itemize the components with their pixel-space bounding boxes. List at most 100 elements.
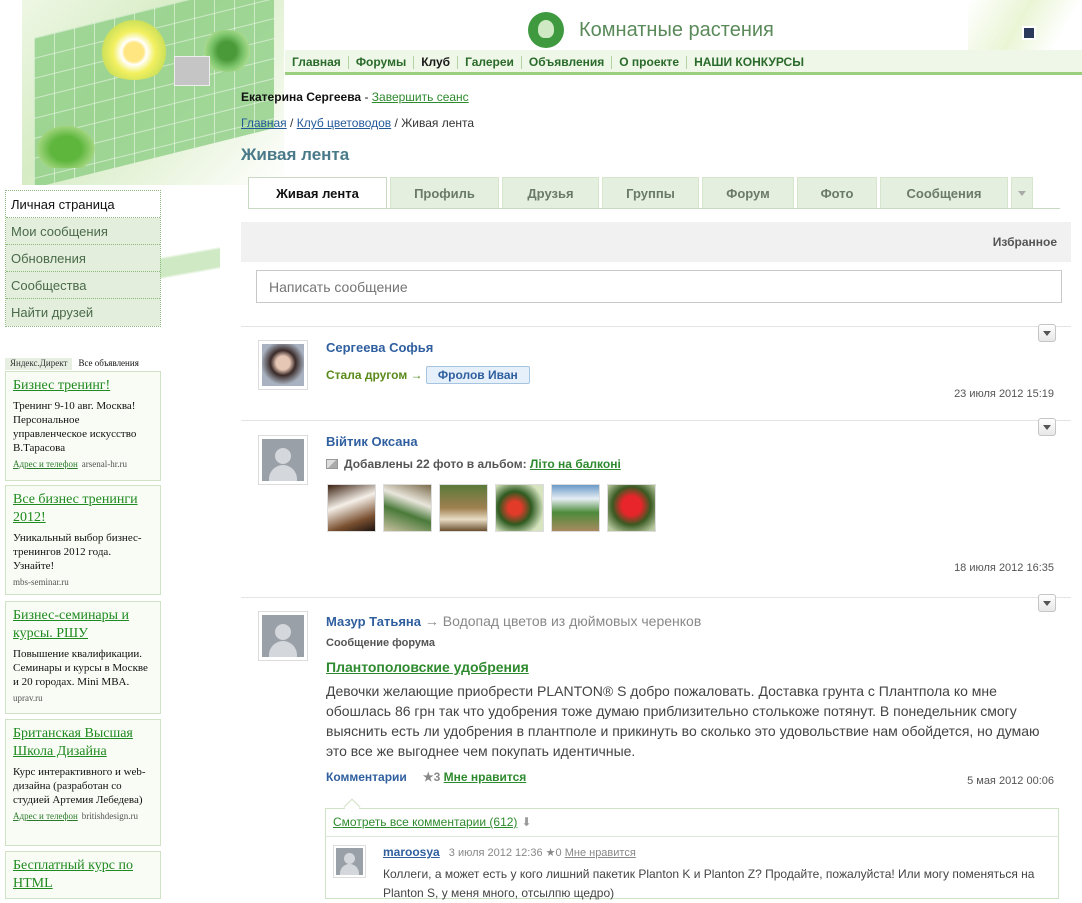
ad-title-link[interactable]: Бизнес-семинары и курсы. РШУ <box>13 607 153 643</box>
breadcrumb-club[interactable]: Клуб цветоводов <box>297 116 391 130</box>
tabs-more-button[interactable] <box>1011 177 1033 209</box>
photo-thumbnail[interactable] <box>383 484 432 532</box>
favorites-link[interactable]: Избранное <box>993 235 1057 249</box>
ad-title-link[interactable]: Бесплатный курс по HTML <box>13 857 153 893</box>
chevron-down-icon <box>1018 190 1026 196</box>
flower-image <box>94 18 174 80</box>
nav-item-contests[interactable]: НАШИ КОНКУРСЫ <box>687 55 811 69</box>
album-link[interactable]: Літо на балконі <box>530 457 621 471</box>
action-text: Стала другом <box>326 368 408 382</box>
tab-friends[interactable]: Друзья <box>502 177 599 209</box>
comment-like-count: 0 <box>555 847 562 859</box>
avatar[interactable] <box>258 435 308 485</box>
session-separator: - <box>361 90 372 104</box>
compose-message-input[interactable] <box>256 270 1062 303</box>
arrow-right-icon: → <box>424 613 439 629</box>
photo-thumbnail[interactable] <box>495 484 544 532</box>
like-count: 3 <box>433 770 441 784</box>
ad-address-link[interactable]: Адрес и телефон <box>13 459 78 469</box>
tabs-divider <box>248 208 1060 209</box>
ad-block: Британская Высшая Школа Дизайна Курс инт… <box>5 719 161 846</box>
nav-item-forums[interactable]: Форумы <box>349 55 415 69</box>
feed-author-link[interactable]: Війтик Оксана <box>326 434 418 449</box>
feed-author-link[interactable]: Мазур Татьяна <box>326 614 421 629</box>
default-avatar-icon <box>262 615 304 657</box>
ad-footer: Адрес и телефон arsenal-hr.ru <box>13 459 153 469</box>
menu-item-communities[interactable]: Сообщества <box>6 272 160 299</box>
breadcrumb-home[interactable]: Главная <box>241 116 287 130</box>
friend-chip[interactable]: Фролов Иван <box>425 366 530 384</box>
like-button[interactable]: Мне нравится <box>444 770 527 784</box>
menu-item-find-friends[interactable]: Найти друзей <box>6 299 160 326</box>
photo-thumbnails <box>327 484 656 532</box>
ad-domain: uprav.ru <box>13 693 43 703</box>
nav-item-ads[interactable]: Объявления <box>522 55 613 69</box>
ad-domain: arsenal-hr.ru <box>81 459 128 469</box>
feed-divider <box>241 597 1071 598</box>
leaf-logo-icon <box>528 12 564 48</box>
ad-text: Уникальный выбор бизнес-тренингов 2012 г… <box>13 532 142 572</box>
star-icon: ★ <box>422 770 434 784</box>
photo-thumbnail[interactable] <box>439 484 488 532</box>
feed-divider <box>241 420 1071 421</box>
site-logo[interactable]: Комнатные растения <box>528 10 774 50</box>
comment-like-button[interactable]: Мне нравится <box>565 847 636 859</box>
feed-item-menu-button[interactable] <box>1038 324 1056 342</box>
logout-link[interactable]: Завершить сеанс <box>372 90 469 104</box>
tab-live-feed[interactable]: Живая лента <box>248 177 387 209</box>
post-title-link[interactable]: Плантополовские удобрения <box>326 659 529 675</box>
photo-thumbnail[interactable] <box>551 484 600 532</box>
comments-link[interactable]: Комментарии <box>326 770 407 784</box>
forum-topic-link[interactable]: Водопад цветов из дюймовых черенков <box>443 613 702 629</box>
photo-thumbnail[interactable] <box>327 484 376 532</box>
feed-author-link[interactable]: Сергеева Софья <box>326 340 433 355</box>
tab-forum[interactable]: Форум <box>702 177 794 209</box>
feed-item-menu-button[interactable] <box>1038 418 1056 436</box>
corner-icon[interactable] <box>1022 26 1036 40</box>
star-icon: ★ <box>545 847 556 859</box>
forum-post-header: Мазур Татьяна → Водопад цветов из дюймов… <box>326 613 701 629</box>
view-all-comments: Смотреть все комментарии (612) ⬇ <box>333 815 532 829</box>
nav-item-galleries[interactable]: Галереи <box>458 55 522 69</box>
ad-title-link[interactable]: Все бизнес тренинги 2012! <box>13 491 153 527</box>
feed-item-menu-button[interactable] <box>1038 594 1056 612</box>
ad-footer: mbs-seminar.ru <box>13 577 153 587</box>
feed-date: 5 мая 2012 00:06 <box>967 775 1054 787</box>
ad-text: Тренинг 9-10 авг. Москва! Персональное у… <box>13 400 137 454</box>
tab-messages[interactable]: Сообщения <box>880 177 1008 209</box>
chevron-down-icon <box>1043 330 1051 336</box>
ad-address-link[interactable]: Адрес и телефон <box>13 811 78 821</box>
feed-divider <box>241 326 1071 327</box>
favorites-bar: Избранное <box>241 222 1071 262</box>
view-all-comments-link[interactable]: Смотреть все комментарии (612) <box>333 815 517 829</box>
avatar[interactable] <box>333 845 366 878</box>
ad-title-link[interactable]: Британская Высшая Школа Дизайна <box>13 725 153 761</box>
nav-item-about[interactable]: О проекте <box>612 55 688 69</box>
tab-photo[interactable]: Фото <box>797 177 877 209</box>
ad-title-link[interactable]: Бизнес тренинг! <box>13 377 153 395</box>
post-body: Девочки желающие приобрести PLANTON® S д… <box>326 683 1040 759</box>
ads-all-link[interactable]: Все объявления <box>72 358 144 370</box>
comment-author-link[interactable]: maroosya <box>383 845 440 859</box>
ad-footer: uprav.ru <box>13 693 153 703</box>
avatar[interactable] <box>258 340 308 390</box>
tab-profile[interactable]: Профиль <box>390 177 499 209</box>
default-avatar-icon <box>262 439 304 481</box>
nav-item-home[interactable]: Главная <box>285 55 349 69</box>
avatar[interactable] <box>258 611 308 661</box>
photo-icon <box>326 459 338 469</box>
like-counter: ★3 Мне нравится <box>423 770 526 784</box>
breadcrumb-current: Живая лента <box>401 116 475 130</box>
menu-item-my-messages[interactable]: Мои сообщения <box>6 218 160 245</box>
current-user: Екатерина Сергеева <box>241 90 362 104</box>
menu-item-personal-page[interactable]: Личная страница <box>6 191 160 218</box>
tab-groups[interactable]: Группы <box>602 177 699 209</box>
ad-domain: britishdesign.ru <box>81 811 139 821</box>
nav-item-club[interactable]: Клуб <box>414 55 459 69</box>
chevron-down-icon <box>1043 424 1051 430</box>
photo-thumbnail[interactable] <box>607 484 656 532</box>
menu-item-updates[interactable]: Обновления <box>6 245 160 272</box>
action-text: Добавлены 22 фото в альбом: <box>344 457 527 471</box>
ad-block: Бизнес тренинг! Тренинг 9-10 авг. Москва… <box>5 371 161 481</box>
ads-brand-link[interactable]: Яндекс.Директ <box>5 358 73 370</box>
